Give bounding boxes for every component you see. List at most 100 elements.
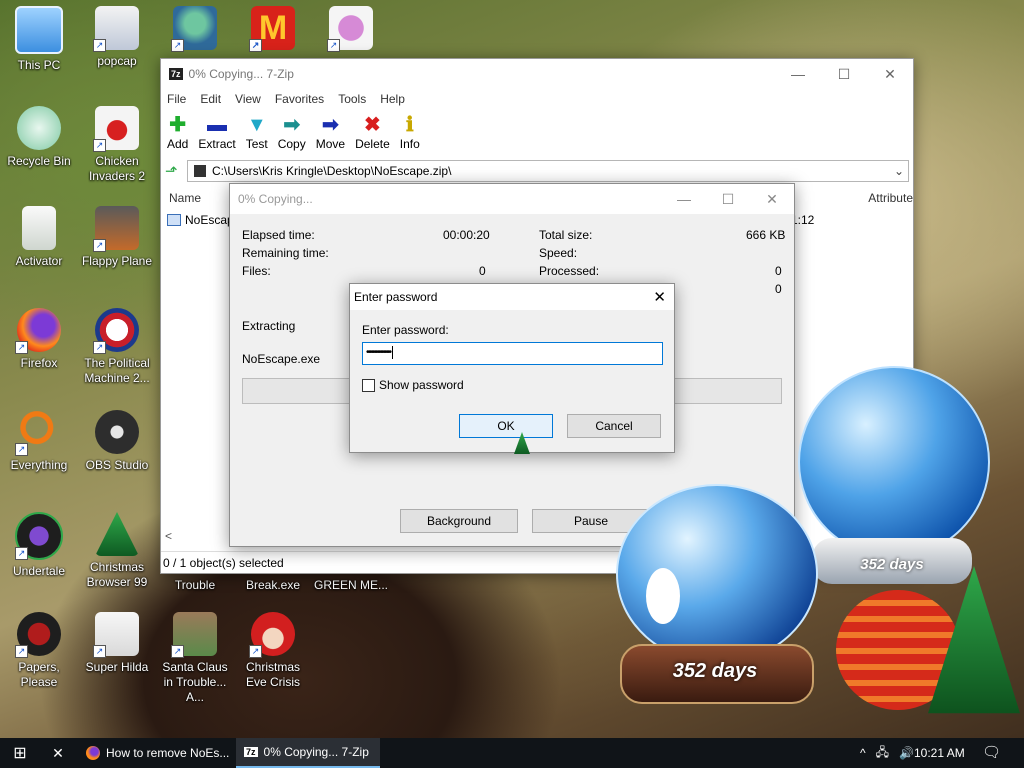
taskbar-item-7zip[interactable]: 7z 0% Copying... 7-Zip [236,738,380,768]
menu-view[interactable]: View [235,92,261,106]
desktop-icon-popcap[interactable]: ↗ popcap [78,6,156,69]
checkbox-box[interactable] [362,378,375,392]
desktop-icon-trouble[interactable]: Trouble [156,578,234,593]
zip-file-icon [194,165,206,177]
folder-icon: ↗ [93,6,139,52]
extract-label: Extract [198,137,236,151]
show-password-checkbox[interactable]: Show password [362,378,464,392]
desktop-icon-undertale[interactable]: ↗ Undertale [0,512,78,579]
7zip-titlebar[interactable]: 7z 0% Copying... 7-Zip — ☐ ✕ [161,59,913,89]
desktop-icon-obs-studio[interactable]: OBS Studio [78,410,156,473]
taskbar: ⊞ ✕ How to remove NoEs... 7z 0% Copying.… [0,738,1024,768]
total-size-value: 666 KB [746,228,786,242]
desktop-icon-recycle-bin[interactable]: Recycle Bin [0,106,78,169]
close-icon[interactable]: ✕ [750,191,794,208]
horizontal-scrollbar[interactable]: < [161,529,235,545]
desktop-icon-this-pc[interactable]: This PC [0,6,78,73]
menu-favorites[interactable]: Favorites [275,92,324,106]
desktop-icon-label: Santa Claus in Trouble... A... [162,660,228,704]
test-label: Test [245,137,268,151]
desktop-icon-flappy-plane[interactable]: ↗ Flappy Plane [78,206,156,269]
computer-icon [15,6,63,54]
maximize-icon[interactable]: ☐ [821,66,867,83]
maximize-icon[interactable]: ☐ [706,191,750,208]
clock[interactable]: 10:21 AM [914,746,965,760]
desktop-icon-label: Papers, Please [18,660,60,689]
column-header-name[interactable]: Name [169,191,201,205]
folder-up-icon[interactable]: ⬏ [165,162,187,180]
delete-button[interactable]: ✖ Delete [355,113,390,159]
menu-edit[interactable]: Edit [200,92,221,106]
speed-label: Speed: [539,246,578,260]
santa-face-icon: ↗ [249,612,295,658]
ok-button[interactable]: OK [459,414,553,438]
desktop-icon-papers-please[interactable]: ↗ Papers, Please [0,612,78,690]
minimize-icon[interactable]: — [775,66,821,83]
password-value: •••••••••••••••• [366,347,392,358]
desktop-icon-christmas-eve-crisis[interactable]: ↗ Christmas Eve Crisis [234,612,312,690]
desktop-icon-santa-trouble[interactable]: ↗ Santa Claus in Trouble... A... [156,612,234,705]
copy-button[interactable]: ➡ Copy [278,113,306,159]
7zip-window-title: 0% Copying... 7-Zip [188,67,294,81]
desktop-icon-super-hilda[interactable]: ↗ Super Hilda [78,612,156,675]
undertale-icon: ↗ [15,512,63,560]
taskbar-item-firefox[interactable]: How to remove NoEs... [78,738,248,768]
desktop-icon-christmas-browser[interactable]: Christmas Browser 99 [78,512,156,590]
windows-icon[interactable]: ⊞ [0,738,40,768]
game-icon: ↗ [171,6,217,52]
desktop-icon-everything[interactable]: ↗ Everything [0,410,78,473]
path-field[interactable]: C:\Users\Kris Kringle\Desktop\NoEscape.z… [187,160,909,182]
move-button[interactable]: ➡ Move [316,113,345,159]
column-header-attributes[interactable]: Attribute [868,191,913,205]
desktop-icon-firefox[interactable]: ↗ Firefox [0,308,78,371]
info-label: Info [399,137,420,151]
cancel-button[interactable]: Cancel [567,414,661,438]
chevron-down-icon[interactable]: ⌄ [894,164,904,178]
papers-please-icon: ↗ [15,612,61,658]
add-button[interactable]: ✚ Add [167,113,188,159]
chevron-up-icon[interactable]: ^ [860,746,866,760]
desktop-icon-label: Undertale [12,564,66,578]
desktop-icon-green-me[interactable]: GREEN ME... [312,578,390,593]
close-icon[interactable]: ✕ [653,288,666,306]
network-icon[interactable]: 🖧 [876,743,889,764]
password-dialog-title: Enter password [354,290,438,304]
move-label: Move [315,137,346,151]
desktop-icon-top-game-3[interactable]: ↗ [312,6,390,54]
notification-icon[interactable]: 🗨 [982,743,1001,761]
menu-help[interactable]: Help [380,92,405,106]
tools-icon[interactable]: ✕ [40,738,76,768]
recycle-bin-icon [17,106,61,150]
close-icon[interactable]: ✕ [867,66,913,83]
password-input[interactable]: •••••••••••••••• [362,342,663,365]
minimize-icon[interactable]: — [662,191,706,208]
desktop-icon-top-game-2[interactable]: M ↗ [234,6,312,54]
desktop-icon-chicken-invaders[interactable]: ↗ Chicken Invaders 2 [78,106,156,184]
remaining-label: Remaining time: [242,246,329,260]
toolbar: ✚ Add ▬ Extract ▼ Test ➡ Copy ➡ Move ✖ Delete … [161,109,913,159]
progress-titlebar[interactable]: 0% Copying... — ☐ ✕ [230,184,794,214]
background-button[interactable]: Background [400,509,518,533]
desktop-icon-political-machine[interactable]: ↗ The Political Machine 2... [78,308,156,386]
extract-button[interactable]: ▬ Extract [198,113,235,159]
volume-icon[interactable]: 🔊 [899,746,914,760]
files-label: Files: [242,264,271,278]
delete-label: Delete [355,137,390,151]
extra-value: 0 [775,282,782,296]
list-item[interactable]: NoEscap [167,213,234,227]
desktop-icon-top-game-1[interactable]: ↗ [156,6,234,54]
exe-file-icon [167,214,181,226]
snowman-icon [646,568,680,624]
desktop-icon-activator[interactable]: Activator [0,206,78,269]
test-button[interactable]: ▼ Test [246,113,268,159]
password-titlebar[interactable]: Enter password ✕ [350,284,674,310]
desktop-icon-break[interactable]: Break.exe [234,578,312,593]
desktop-icon-label: This PC [17,58,61,72]
info-button[interactable]: ℹ Info [400,113,420,159]
elapsed-value: 00:00:20 [443,228,490,242]
status-text: 0 / 1 object(s) selected [163,556,284,570]
menu-file[interactable]: File [167,92,186,106]
desktop-icon-label: Trouble [174,578,216,592]
menu-tools[interactable]: Tools [338,92,366,106]
desktop-icon-label: popcap [97,54,137,68]
